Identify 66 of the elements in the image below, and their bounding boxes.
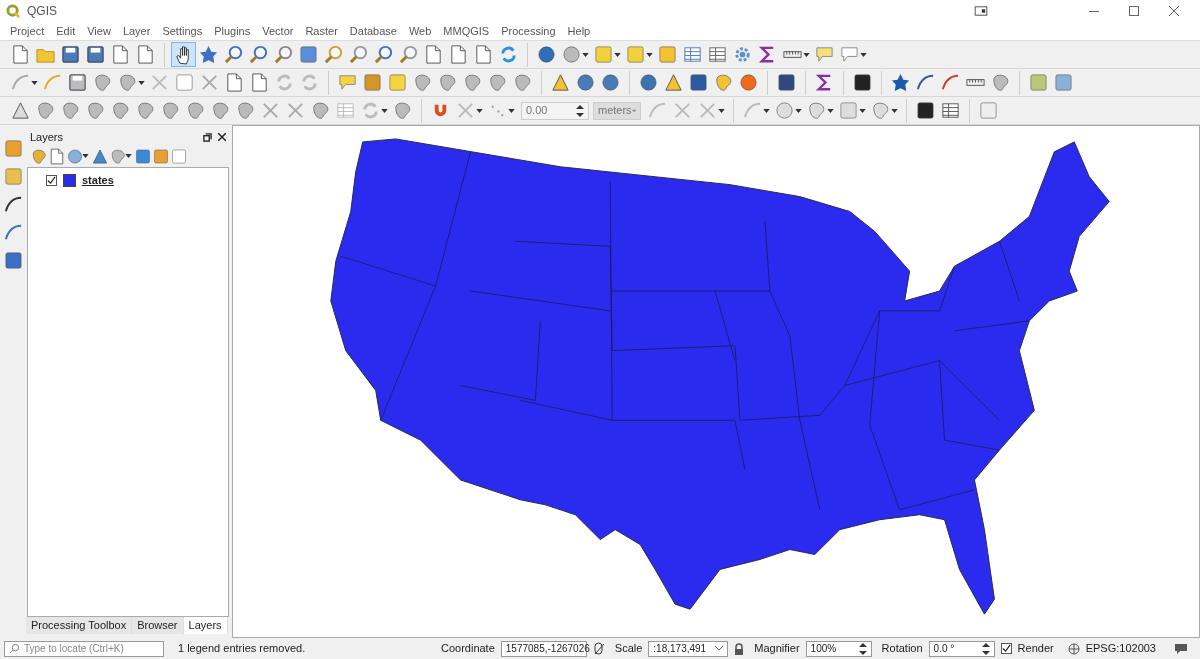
caret-icon[interactable] [125,154,132,158]
scale-label: Scale [614,641,643,657]
mouse-icon[interactable] [592,641,605,656]
menu-item[interactable]: Plugins [208,22,257,40]
render-label: Render [1017,641,1054,657]
lock-icon[interactable] [734,642,745,655]
menu-item[interactable]: Vector [256,22,300,40]
messages-icon[interactable] [1174,642,1188,655]
add-group-icon[interactable] [48,147,66,165]
spinner-arrows-icon[interactable] [858,641,867,656]
pan-hand-icon[interactable] [171,42,196,67]
caret-icon[interactable] [827,108,834,113]
caret-icon[interactable] [138,80,145,85]
panel-tab[interactable]: Processing Toolbox [26,617,133,634]
panel-title: Layers [30,129,64,145]
caret-icon[interactable] [614,52,621,57]
chevron-down-icon[interactable] [715,646,724,651]
status-message: 1 legend entries removed. [178,641,306,657]
search-icon [9,643,20,654]
close-icon[interactable] [218,133,226,141]
menu-item[interactable]: MMQGIS [437,22,496,40]
menu-item[interactable]: Web [402,22,438,40]
crs-label[interactable]: EPSG:102003 [1085,640,1156,657]
rotation-label: Rotation [881,641,923,657]
caret-icon[interactable] [476,108,483,113]
caret-icon[interactable] [718,108,725,113]
menu-item[interactable]: Project [4,22,51,40]
app-logo-icon [6,3,21,19]
menu-item[interactable]: Database [343,22,403,40]
scale-dropdown[interactable]: :18,173,491 [648,640,729,657]
layer-name[interactable]: states [82,171,114,189]
panel-tab[interactable]: Browser [132,617,184,634]
caret-icon[interactable] [31,80,38,85]
caret-icon[interactable] [582,52,589,57]
caret-icon[interactable] [795,108,802,113]
panel-tab[interactable]: Layers [183,617,228,634]
tablet-mode-icon[interactable] [974,6,988,16]
tolerance-spinbox[interactable]: 0.00 [521,101,589,120]
caret-icon[interactable] [508,108,515,113]
menu-item[interactable]: Processing [495,22,562,40]
menu-item[interactable]: Help [561,22,597,40]
caret-icon[interactable] [803,52,810,57]
render-checkbox[interactable] [1000,643,1012,654]
menu-item[interactable]: Layer [116,22,157,40]
caret-icon[interactable] [860,52,867,57]
menu-item[interactable]: View [81,22,117,40]
menu-item[interactable]: Settings [156,22,209,40]
menu-item[interactable]: Raster [299,22,344,40]
coordinate-label: Coordinate [441,641,495,657]
locate-search-field[interactable]: Type to locate (Ctrl+K) [4,640,164,657]
float-panel-icon[interactable] [203,132,212,142]
caret-icon[interactable] [859,108,866,113]
caret-icon[interactable] [82,154,89,158]
rotation-spinbox[interactable]: 0.0 ° [928,640,995,657]
spinner-arrows-icon[interactable] [576,103,584,118]
caret-icon[interactable] [763,108,770,113]
units-dropdown[interactable]: meters [593,101,641,120]
spinner-arrows-icon[interactable] [981,641,990,656]
layer-checkbox[interactable] [46,174,57,186]
caret-icon[interactable] [381,108,388,113]
caret-icon[interactable] [646,52,653,57]
caret-icon[interactable] [891,108,898,113]
magnifier-spinbox[interactable]: 100% [805,640,872,657]
magnifier-label: Magnifier [754,641,800,657]
window-title: QGIS [27,3,57,20]
menu-item[interactable]: Edit [50,22,82,40]
